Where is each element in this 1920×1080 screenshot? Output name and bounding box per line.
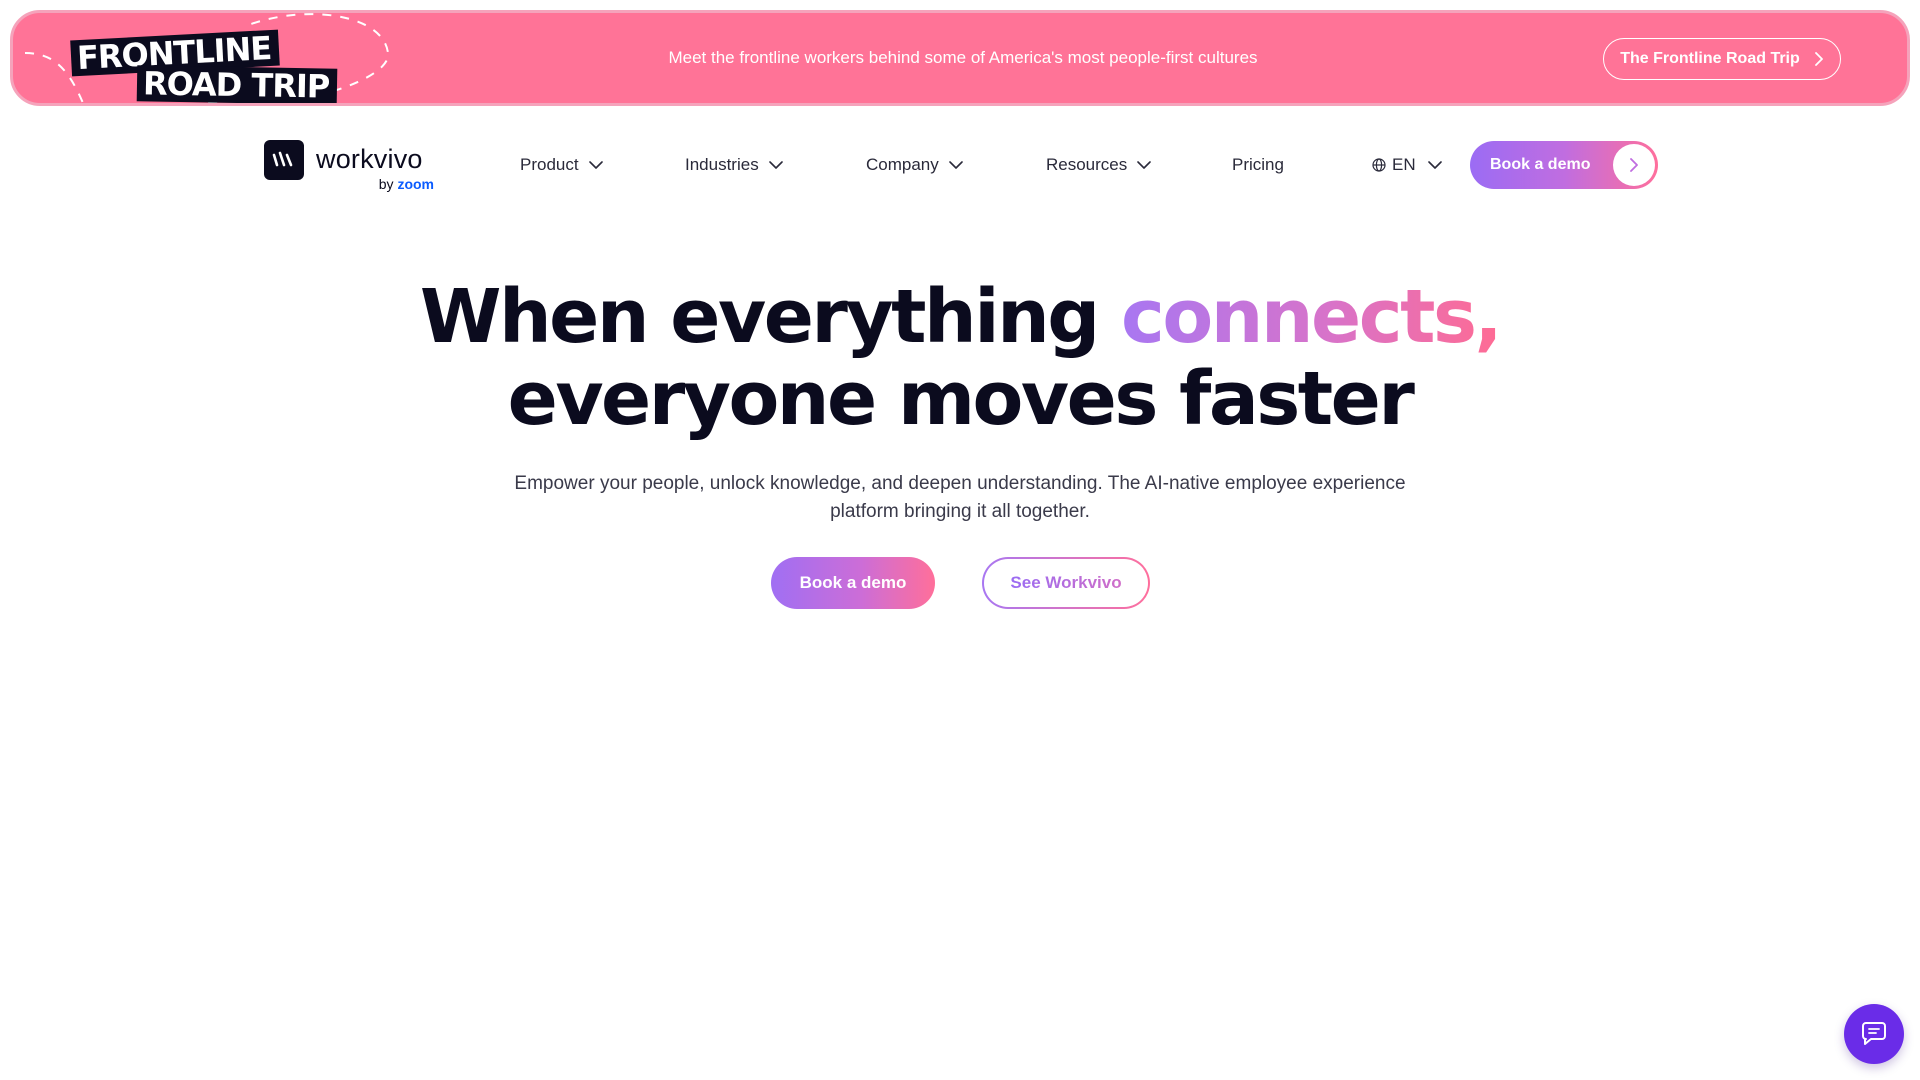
promo-banner[interactable]: FRONTLINE ROAD TRIP Meet the frontline w… <box>10 10 1910 106</box>
chevron-down-icon <box>588 160 603 169</box>
chevron-right-icon <box>1630 158 1638 172</box>
language-label: EN <box>1392 155 1416 174</box>
hero-title-line2: everyone moves faster <box>507 356 1415 442</box>
nav-item-label: Product <box>520 155 579 174</box>
chevron-down-icon <box>768 160 783 169</box>
hero-title: When everything connects, everyone moves… <box>0 276 1920 440</box>
nav-item-label: Industries <box>685 155 759 174</box>
hero-book-demo-button[interactable]: Book a demo <box>771 557 935 609</box>
see-workvivo-button[interactable]: See Workvivo <box>982 557 1150 609</box>
chat-bubble-icon <box>1862 1022 1886 1045</box>
brand-by-zoom: by zoom <box>379 176 434 192</box>
nav-item-company[interactable]: Company <box>866 154 963 176</box>
nav-item-label: Resources <box>1046 155 1128 174</box>
page: FRONTLINE ROAD TRIP Meet the frontline w… <box>0 0 1920 1080</box>
see-workvivo-inner: See Workvivo <box>984 559 1148 607</box>
chat-launcher-button[interactable] <box>1844 1004 1904 1064</box>
hero-secondary-label: See Workvivo <box>1010 573 1122 592</box>
frontline-road-trip-button[interactable]: The Frontline Road Trip <box>1603 38 1841 80</box>
nav-item-label: Pricing <box>1232 155 1284 174</box>
nav-item-label: Company <box>866 155 939 174</box>
nav-item-resources[interactable]: Resources <box>1046 154 1152 176</box>
nav-item-pricing[interactable]: Pricing <box>1232 154 1284 176</box>
hero-primary-label: Book a demo <box>799 573 907 592</box>
brand-name: workvivo <box>316 144 423 174</box>
workvivo-logo[interactable]: workvivo by zoom <box>264 140 434 192</box>
hero-title-highlight: connects, <box>1120 274 1503 360</box>
nav-book-demo-button[interactable]: Book a demo <box>1470 141 1658 189</box>
workvivo-mark-icon <box>264 140 304 180</box>
hero-subtitle: Empower your people, unlock knowledge, a… <box>514 473 1406 522</box>
chevron-down-icon <box>948 160 963 169</box>
frontline-road-trip-logo[interactable]: FRONTLINE ROAD TRIP <box>65 23 345 103</box>
promo-cta-label: The Frontline Road Trip <box>1620 50 1800 67</box>
nav-cta-label: Book a demo <box>1490 156 1591 173</box>
zoom-brand: zoom <box>397 176 434 192</box>
brand-wordmark: workvivo by zoom <box>316 140 434 192</box>
language-selector[interactable]: EN <box>1372 154 1442 176</box>
chevron-down-icon <box>1427 160 1442 169</box>
main-nav: workvivo by zoom Product Industries Comp… <box>0 130 1920 200</box>
chevron-down-icon <box>1137 160 1152 169</box>
brand-by-text: by <box>378 176 394 192</box>
chevron-right-icon <box>1814 52 1823 66</box>
hero-title-part1: When everything <box>419 274 1121 360</box>
promo-logo-line2: ROAD TRIP <box>136 64 338 103</box>
nav-item-industries[interactable]: Industries <box>685 154 783 176</box>
nav-cta-arrow <box>1613 144 1655 186</box>
nav-item-product[interactable]: Product <box>520 154 603 176</box>
globe-icon <box>1372 158 1386 172</box>
